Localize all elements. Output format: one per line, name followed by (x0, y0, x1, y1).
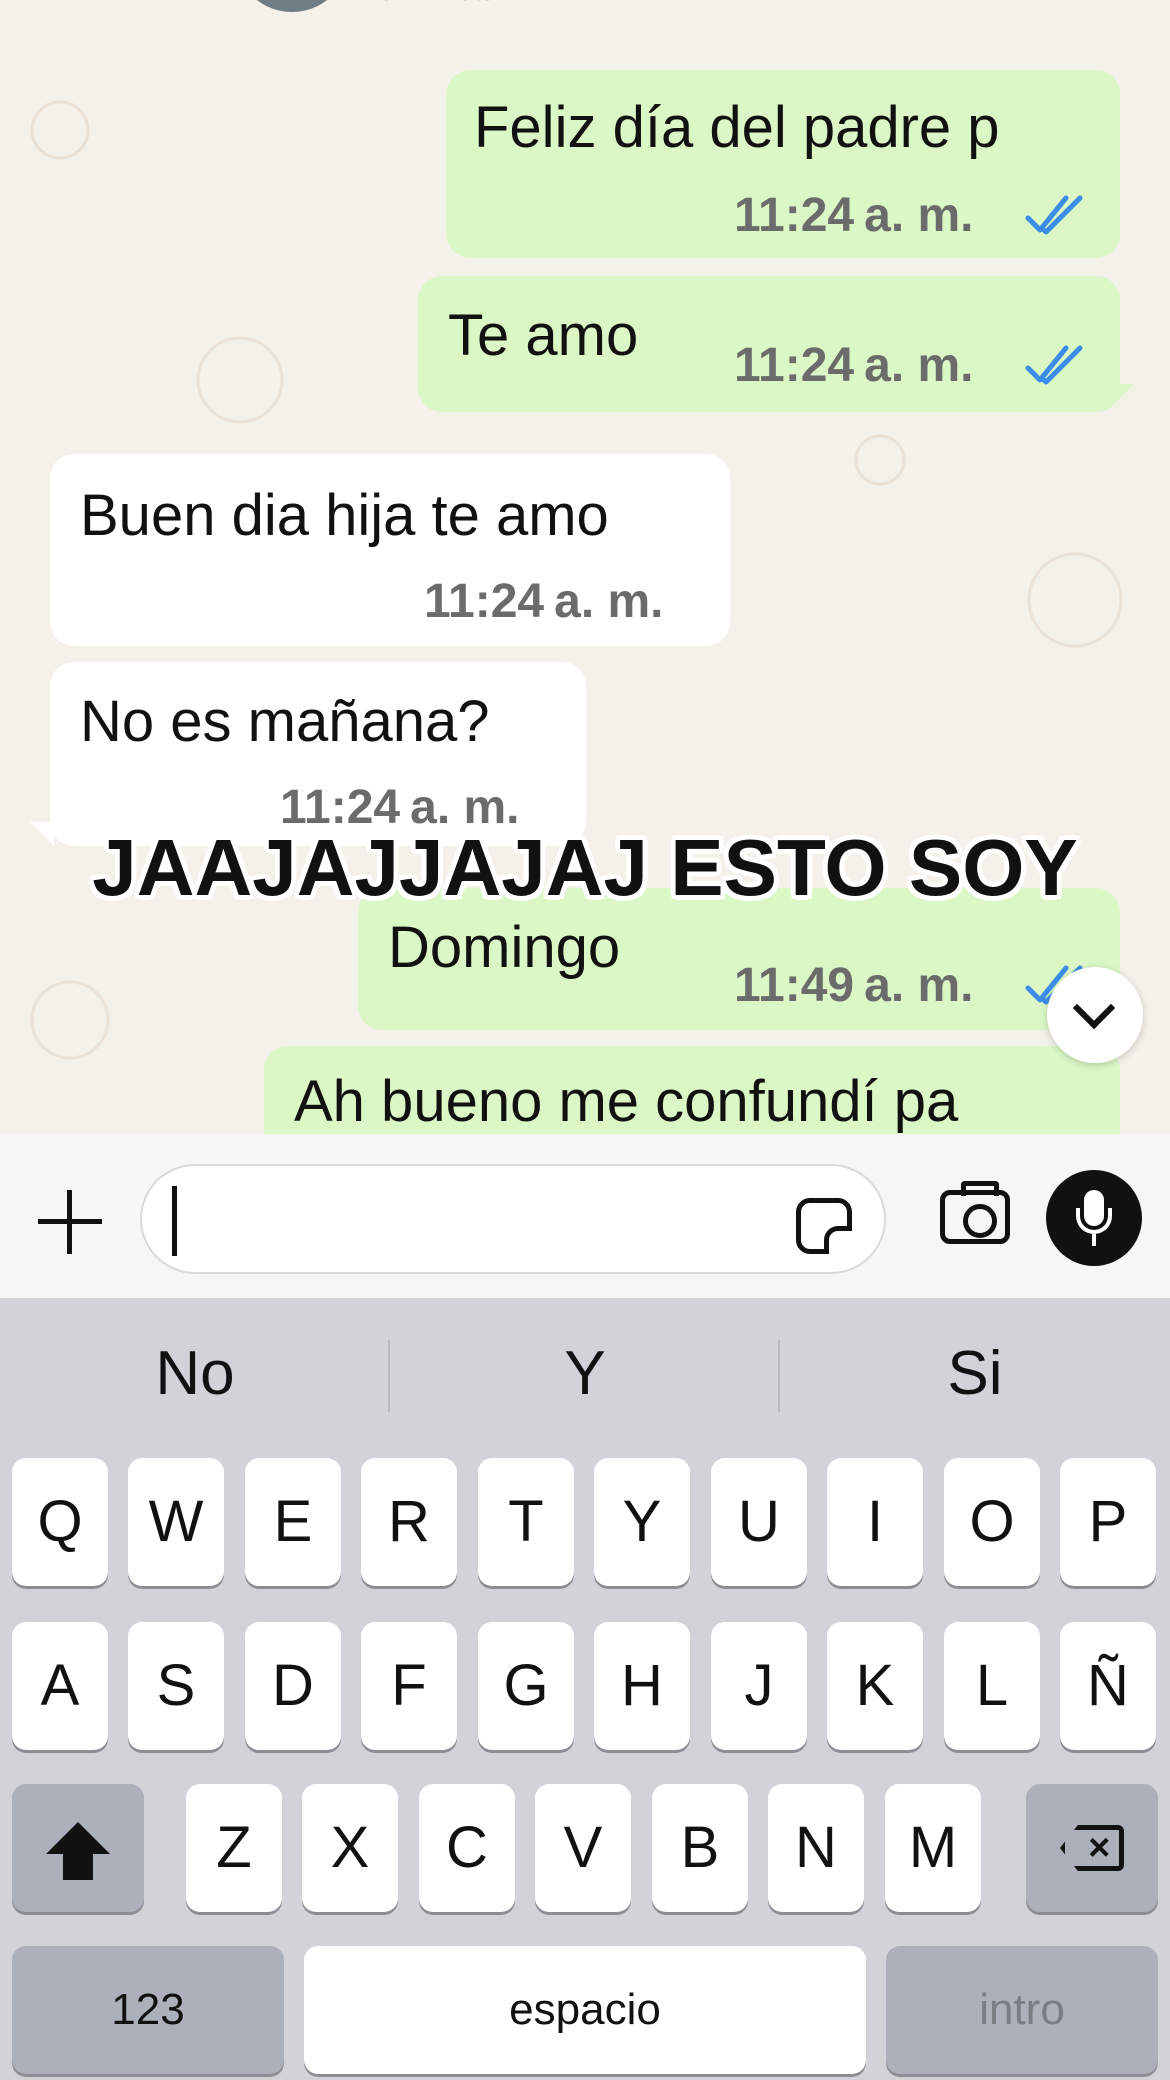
camera-icon[interactable] (940, 1181, 1010, 1244)
key-p[interactable]: P (1060, 1458, 1156, 1586)
message-input[interactable] (140, 1164, 886, 1274)
microphone-foot (1092, 1234, 1096, 1246)
key-s[interactable]: S (128, 1622, 224, 1750)
shift-arrow-icon (46, 1822, 110, 1854)
key-a[interactable]: A (12, 1622, 108, 1750)
avatar[interactable] (240, 0, 344, 12)
message-bubble-outgoing[interactable]: Feliz día del padre p 11:24 a. m. (446, 70, 1120, 258)
message-text: Buen dia hija te amo (80, 483, 609, 548)
scroll-to-bottom-button[interactable] (1047, 967, 1143, 1063)
key-c[interactable]: C (419, 1784, 515, 1912)
key-o[interactable]: O (944, 1458, 1040, 1586)
key-u[interactable]: U (711, 1458, 807, 1586)
key-f[interactable]: F (361, 1622, 457, 1750)
message-time: 11:24 a. m. (424, 574, 664, 629)
key-n-tilde[interactable]: Ñ (1060, 1622, 1156, 1750)
message-text: Te amo (448, 303, 639, 368)
message-time: 11:49 a. m. (734, 958, 974, 1013)
chevron-down-icon (1072, 986, 1116, 1030)
key-x[interactable]: X (302, 1784, 398, 1912)
chat-area[interactable]: en línea Feliz día del padre p 11:24a. m… (0, 0, 1170, 1134)
message-time-value: 11:24 (424, 575, 545, 628)
key-d[interactable]: D (245, 1622, 341, 1750)
key-j[interactable]: J (711, 1622, 807, 1750)
key-y[interactable]: Y (594, 1458, 690, 1586)
key-n[interactable]: N (768, 1784, 864, 1912)
microphone-stand (1076, 1208, 1112, 1234)
message-time: 11:24 a. m. (734, 338, 974, 393)
read-receipt-icon (1025, 195, 1083, 235)
return-key[interactable]: intro (886, 1946, 1158, 2074)
key-z[interactable]: Z (186, 1784, 282, 1912)
message-time-value: 11:49 (734, 959, 855, 1012)
key-g[interactable]: G (478, 1622, 574, 1750)
message-bubble-outgoing[interactable]: Ah bueno me confundí pa (264, 1046, 1120, 1134)
contact-status: en línea (378, 0, 490, 8)
message-time-period: a. m. (554, 575, 664, 628)
suggestion-3[interactable]: Si (780, 1338, 1170, 1409)
key-r[interactable]: R (361, 1458, 457, 1586)
message-bubble-incoming[interactable]: Buen dia hija te amo 11:24 a. m. (50, 454, 730, 646)
message-text: Feliz día del padre p (474, 95, 1000, 160)
autocomplete-bar: No Y Si (0, 1298, 1170, 1454)
space-key[interactable]: espacio (304, 1946, 866, 2074)
message-time-value: 11:24 (734, 339, 855, 392)
video-caption-overlay: JAAJAJJAJAJ ESTO SOY (92, 823, 1078, 912)
message-text: Ah bueno me confundí pa (294, 1069, 959, 1134)
read-receipt-icon (1025, 345, 1083, 385)
message-text: Domingo (388, 915, 621, 980)
key-h[interactable]: H (594, 1622, 690, 1750)
keyboard: No Y Si Q W E R T Y U I O P A S D F G H … (0, 1298, 1170, 2080)
backspace-key[interactable]: × (1026, 1784, 1158, 1912)
message-bubble-incoming[interactable]: No es mañana? 11:24 a. m. (30, 662, 586, 846)
key-w[interactable]: W (128, 1458, 224, 1586)
chat-header: en línea (0, 0, 1170, 30)
microphone-button[interactable] (1046, 1170, 1142, 1266)
message-time-value: 11:24 (734, 189, 855, 242)
key-l[interactable]: L (944, 1622, 1040, 1750)
key-k[interactable]: K (827, 1622, 923, 1750)
suggestion-2[interactable]: Y (390, 1338, 780, 1409)
shift-arrow-stem (63, 1854, 93, 1880)
key-b[interactable]: B (652, 1784, 748, 1912)
key-i[interactable]: I (827, 1458, 923, 1586)
message-time-period: a. m. (864, 189, 974, 242)
plus-icon[interactable] (38, 1190, 102, 1254)
bubble-tail (1110, 384, 1134, 408)
suggestion-1[interactable]: No (0, 1338, 390, 1409)
text-cursor (172, 1186, 177, 1256)
key-m[interactable]: M (885, 1784, 981, 1912)
message-text: No es mañana? (80, 689, 490, 754)
backspace-x-icon: × (1088, 1827, 1111, 1869)
key-q[interactable]: Q (12, 1458, 108, 1586)
shift-key[interactable] (12, 1784, 144, 1912)
message-time-period: a. m. (864, 959, 974, 1012)
key-v[interactable]: V (535, 1784, 631, 1912)
sticker-icon[interactable] (796, 1198, 852, 1254)
key-t[interactable]: T (478, 1458, 574, 1586)
message-time: 11:24 a. m. (734, 188, 974, 243)
sticker-fold (824, 1226, 852, 1254)
numbers-key[interactable]: 123 (12, 1946, 284, 2074)
message-time-period: a. m. (864, 339, 974, 392)
key-e[interactable]: E (245, 1458, 341, 1586)
message-bubble-outgoing[interactable]: Te amo 11:24 a. m. (418, 276, 1134, 412)
